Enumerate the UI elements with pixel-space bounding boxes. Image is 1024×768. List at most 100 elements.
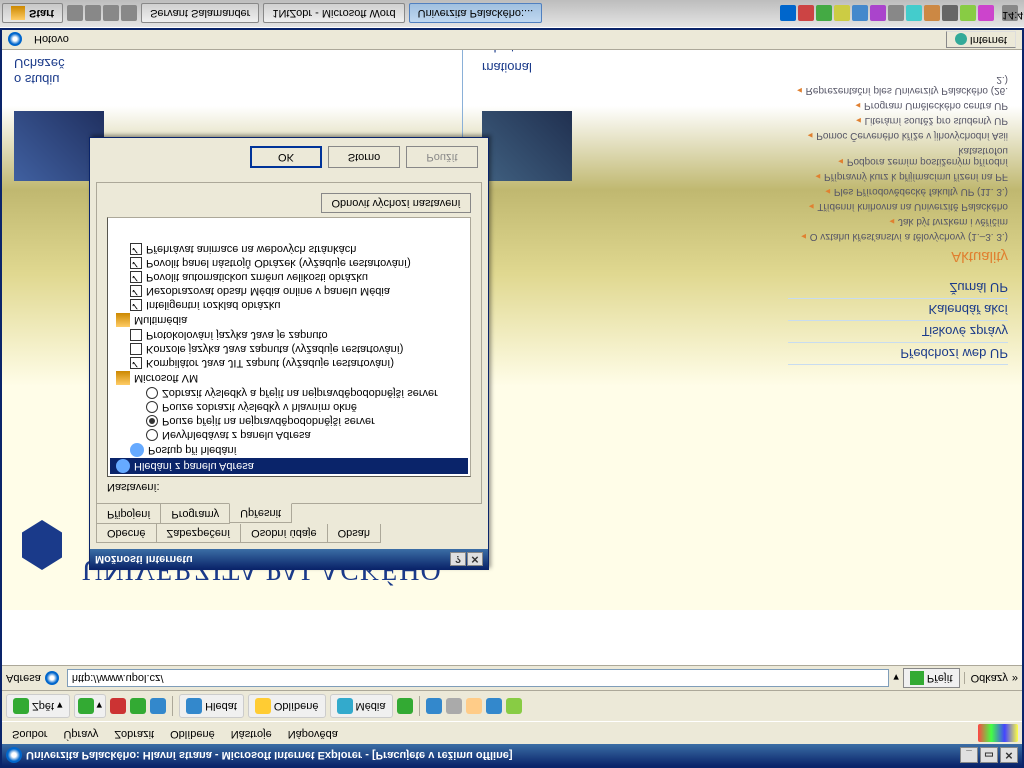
link-calendar[interactable]: Kalendář akcí: [788, 299, 1008, 321]
tree-group-search-proc[interactable]: Postup při hledání: [110, 442, 468, 458]
news-item[interactable]: Přípravný kurz k přijímacímu řízení na P…: [788, 169, 1008, 184]
tab-connections[interactable]: Připojení: [96, 504, 161, 524]
tray-icon[interactable]: [942, 6, 958, 22]
task-item[interactable]: 1NtZobr - Microsoft Word: [263, 4, 404, 24]
link-prev-web[interactable]: Předchozí web UP: [788, 343, 1008, 365]
links-label[interactable]: Odkazy: [964, 672, 1008, 684]
tree-group-address-search[interactable]: Hledání z panelu Adresa: [110, 458, 468, 474]
tray-icon[interactable]: [870, 6, 886, 22]
link-international[interactable]: rnational: [482, 60, 532, 75]
tray-icon[interactable]: [924, 6, 940, 22]
menu-view[interactable]: Zobrazit: [108, 724, 160, 742]
ok-button[interactable]: OK: [250, 146, 322, 168]
checkbox-on[interactable]: [130, 243, 142, 255]
news-item[interactable]: Jak být tvrzkem i věříčím: [788, 214, 1008, 229]
menu-help[interactable]: Nápověda: [282, 724, 344, 742]
menu-tools[interactable]: Nástroje: [225, 724, 278, 742]
media-button[interactable]: Média: [330, 694, 393, 718]
close-button[interactable]: ✕: [467, 552, 483, 566]
tray-icon[interactable]: [906, 6, 922, 22]
edit-button[interactable]: [466, 698, 482, 714]
menu-favorites[interactable]: Oblíbené: [164, 724, 221, 742]
apply-button[interactable]: Použít: [406, 146, 478, 168]
address-input[interactable]: [67, 669, 890, 687]
news-item[interactable]: O vztahu křesťanství a tělovýchovy (1.–3…: [788, 229, 1008, 244]
cancel-button[interactable]: Storno: [328, 146, 400, 168]
tree-radio-no-search[interactable]: Nevyhledávat z panelu Adresa: [110, 428, 468, 442]
tree-check-jit[interactable]: Kompilátor Java JIT zapnut (vyžaduje res…: [110, 356, 468, 370]
link-press[interactable]: Tiskové zprávy: [788, 321, 1008, 343]
news-item[interactable]: Ples Přírodovědecké fakulty UP (11. 3.): [788, 184, 1008, 199]
tray-icon[interactable]: [852, 6, 868, 22]
checkbox-on[interactable]: [130, 257, 142, 269]
checkbox-on[interactable]: [130, 271, 142, 283]
tray-icon[interactable]: [888, 6, 904, 22]
maximize-button[interactable]: ▭: [980, 747, 998, 763]
tray-icon[interactable]: [780, 6, 796, 22]
tree-check-animations[interactable]: Přehrávat animace na webových stránkách: [110, 242, 468, 256]
close-button[interactable]: ✕: [1000, 747, 1018, 763]
tree-radio-show-and-go[interactable]: Zobrazit výsledky a přejít na nejpravděp…: [110, 386, 468, 400]
menu-edit[interactable]: Úpravy: [57, 724, 104, 742]
home-button[interactable]: [150, 698, 166, 714]
menu-file[interactable]: Soubor: [6, 724, 53, 742]
heading-uchazec[interactable]: Uchazeč: [14, 56, 65, 71]
task-item-active[interactable]: Univerzita Palackého:...: [409, 4, 543, 24]
mail-button[interactable]: [426, 698, 442, 714]
tab-advanced[interactable]: Upřesnit: [229, 503, 292, 523]
tray-icon[interactable]: [960, 6, 976, 22]
restore-defaults-button[interactable]: Obnovit výchozí nastavení: [321, 193, 471, 213]
news-item[interactable]: Program Uměleckého centra UP: [788, 98, 1008, 113]
tab-programs[interactable]: Programy: [160, 504, 230, 524]
tree-group-multimedia[interactable]: Multimédia: [110, 312, 468, 328]
radio-off[interactable]: [146, 387, 158, 399]
tab-general[interactable]: Obecné: [96, 524, 157, 543]
radio-on[interactable]: [146, 415, 158, 427]
history-button[interactable]: [397, 698, 413, 714]
ql-icon[interactable]: [103, 6, 119, 22]
checkbox-on[interactable]: [130, 357, 142, 369]
dropdown-icon[interactable]: ▾: [893, 672, 899, 685]
checkbox-off[interactable]: [130, 329, 142, 341]
tray-icon[interactable]: [978, 6, 994, 22]
clock[interactable]: 14:42: [1002, 6, 1018, 22]
tray-icon[interactable]: [834, 6, 850, 22]
refresh-button[interactable]: [130, 698, 146, 714]
start-button[interactable]: Start: [2, 4, 63, 24]
heading-studium[interactable]: o studiu: [14, 72, 60, 87]
tree-group-msvm[interactable]: Microsoft VM: [110, 370, 468, 386]
chevron-icon[interactable]: »: [1012, 672, 1018, 684]
search-button[interactable]: Hledat: [179, 694, 244, 718]
help-button[interactable]: ?: [450, 552, 466, 566]
tab-privacy[interactable]: Osobní údaje: [240, 524, 327, 543]
task-item[interactable]: Servant Salamander: [141, 4, 259, 24]
news-item[interactable]: Podpora zemím postiženým přírodní katast…: [788, 143, 1008, 169]
radio-off[interactable]: [146, 401, 158, 413]
news-item[interactable]: Reprezentační ples Univerzity Palackého …: [788, 72, 1008, 98]
favorites-button[interactable]: Oblíbené: [248, 694, 326, 718]
tree-check-console[interactable]: Konzole jazyka Java zapnuta (vyžaduje re…: [110, 342, 468, 356]
print-button[interactable]: [446, 698, 462, 714]
discuss-button[interactable]: [486, 698, 502, 714]
go-button[interactable]: Přejít: [903, 668, 960, 688]
tray-icon[interactable]: [816, 6, 832, 22]
tree-check-media-content[interactable]: Nezobrazovat obsah Média online v panelu…: [110, 284, 468, 298]
checkbox-on[interactable]: [130, 285, 142, 297]
ql-icon[interactable]: [67, 6, 83, 22]
stop-button[interactable]: [110, 698, 126, 714]
back-button[interactable]: Zpět ▾: [6, 694, 70, 718]
messenger-button[interactable]: [506, 698, 522, 714]
tray-icon[interactable]: [798, 6, 814, 22]
tree-check-dither[interactable]: Inteligentní rozklad obrázku: [110, 298, 468, 312]
settings-tree[interactable]: Hledání z panelu Adresa Postup při hledá…: [107, 217, 471, 477]
tree-radio-go-likely[interactable]: Pouze přejít na nejpravděpodobnější serv…: [110, 414, 468, 428]
checkbox-on[interactable]: [130, 299, 142, 311]
forward-button[interactable]: ▾: [74, 694, 107, 718]
tree-check-autoresize[interactable]: Povolit automatickou změnu velikosti obr…: [110, 270, 468, 284]
tree-check-img-toolbar[interactable]: Povolit panel nástrojů Obrázek (vyžaduje…: [110, 256, 468, 270]
ql-icon[interactable]: [85, 6, 101, 22]
news-item[interactable]: Literární soutěž pro studenty UP: [788, 113, 1008, 128]
news-item[interactable]: Třídenní knihovna na Univerzitě Palackéh…: [788, 199, 1008, 214]
checkbox-off[interactable]: [130, 343, 142, 355]
minimize-button[interactable]: _: [960, 747, 978, 763]
